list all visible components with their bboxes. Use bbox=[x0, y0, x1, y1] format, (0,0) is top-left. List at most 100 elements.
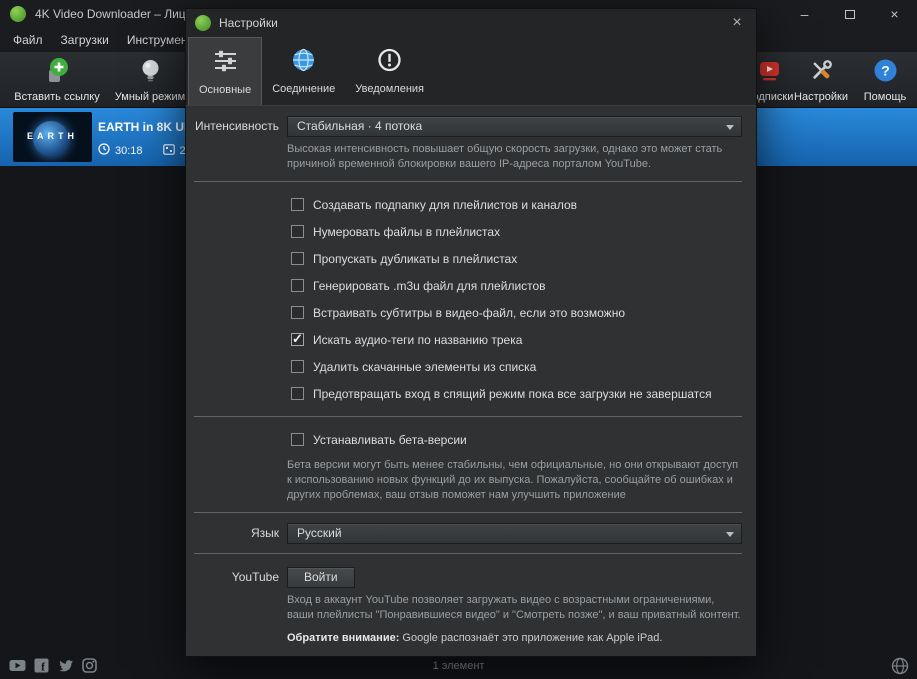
video-title: EARTH in 8K UL bbox=[98, 120, 191, 134]
youtube-note-text: Google распознаёт это приложение как App… bbox=[399, 632, 662, 644]
settings-content: Интенсивность Стабильная · 4 потока Высо… bbox=[186, 106, 756, 656]
intensity-help: Высокая интенсивность повышает общую ско… bbox=[287, 142, 742, 172]
intensity-value: Стабильная · 4 потока bbox=[297, 119, 422, 133]
globe-blue-icon bbox=[290, 47, 317, 78]
svg-text:?: ? bbox=[881, 63, 890, 79]
paste-link-label: Вставить ссылку bbox=[14, 91, 99, 103]
menu-downloads[interactable]: Загрузки bbox=[52, 30, 118, 50]
video-meta: 30:18 2, bbox=[98, 143, 189, 158]
checkbox[interactable] bbox=[291, 198, 304, 211]
separator bbox=[194, 181, 742, 182]
globe-icon[interactable] bbox=[891, 657, 909, 679]
checkbox-label: Создавать подпапку для плейлистов и кана… bbox=[313, 198, 577, 212]
chevron-down-icon bbox=[726, 125, 734, 130]
tab-notifications[interactable]: Уведомления bbox=[345, 37, 434, 105]
thumbnail-caption: EARTH bbox=[13, 131, 92, 141]
smart-mode-button[interactable]: Умный режим bbox=[110, 55, 190, 105]
tab-general-label: Основные bbox=[199, 84, 251, 96]
checkbox[interactable] bbox=[291, 333, 304, 346]
checkbox[interactable] bbox=[291, 279, 304, 292]
video-thumbnail: EARTH bbox=[13, 112, 92, 162]
video-duration: 30:18 bbox=[115, 145, 143, 157]
checkbox-row-create-subfolder[interactable]: Создавать подпапку для плейлистов и кана… bbox=[291, 191, 742, 218]
beta-section: Устанавливать бета-версии bbox=[291, 426, 742, 453]
tab-general[interactable]: Основные bbox=[188, 37, 262, 105]
separator bbox=[194, 416, 742, 417]
paste-link-icon bbox=[44, 57, 71, 89]
settings-tabs: Основные Соединение Уведомления bbox=[186, 37, 756, 106]
checkbox-label: Нумеровать файлы в плейлистах bbox=[313, 225, 500, 239]
separator bbox=[194, 553, 742, 554]
app-icon bbox=[195, 15, 211, 31]
close-button[interactable]: × bbox=[872, 0, 917, 28]
checkbox-label: Встраивать субтитры в видео-файл, если э… bbox=[313, 306, 625, 320]
maximize-button[interactable] bbox=[827, 0, 872, 28]
intensity-select[interactable]: Стабильная · 4 потока bbox=[287, 116, 742, 137]
checkbox-label: Генерировать .m3u файл для плейлистов bbox=[313, 279, 546, 293]
maximize-icon bbox=[845, 10, 855, 19]
app-window: 4K Video Downloader – Лице – × Файл Загр… bbox=[0, 0, 917, 679]
help-button[interactable]: ? Помощь bbox=[858, 55, 912, 105]
sliders-icon bbox=[212, 48, 239, 79]
checkbox[interactable] bbox=[291, 225, 304, 238]
settings-dialog: Настройки × Основные Соединение Уведо bbox=[185, 8, 757, 657]
checkbox-row-install-beta[interactable]: Устанавливать бета-версии bbox=[291, 426, 742, 453]
language-select[interactable]: Русский bbox=[287, 523, 742, 544]
smart-mode-label: Умный режим bbox=[115, 91, 185, 103]
dialog-title: Настройки bbox=[219, 16, 278, 30]
youtube-login-button[interactable]: Войти bbox=[287, 567, 355, 588]
options-list: Создавать подпапку для плейлистов и кана… bbox=[291, 191, 742, 407]
menu-file[interactable]: Файл bbox=[4, 30, 52, 50]
subscriptions-icon bbox=[756, 57, 783, 89]
checkbox-row-prevent-sleep[interactable]: Предотвращать вход в спящий режим пока в… bbox=[291, 380, 742, 407]
checkbox-label: Удалить скачанные элементы из списка bbox=[313, 360, 536, 374]
chevron-down-icon bbox=[726, 532, 734, 537]
checkbox-row-search-audio-tags[interactable]: Искать аудио-теги по названию трека bbox=[291, 326, 742, 353]
tab-connection-label: Соединение bbox=[272, 83, 335, 95]
youtube-row: YouTube Войти bbox=[194, 566, 742, 588]
checkbox-label: Искать аудио-теги по названию трека bbox=[313, 333, 522, 347]
youtube-note: Обратите внимание: Google распознаёт это… bbox=[287, 631, 742, 646]
separator bbox=[194, 512, 742, 513]
window-controls: – × bbox=[782, 0, 917, 28]
language-label: Язык bbox=[194, 526, 279, 540]
checkbox-row-embed-subtitles[interactable]: Встраивать субтитры в видео-файл, если э… bbox=[291, 299, 742, 326]
lightbulb-icon bbox=[137, 57, 164, 89]
checkbox-row-skip-duplicates[interactable]: Пропускать дубликаты в плейлистах bbox=[291, 245, 742, 272]
window-title: 4K Video Downloader – Лице bbox=[35, 7, 192, 21]
checkbox-row-generate-m3u[interactable]: Генерировать .m3u файл для плейлистов bbox=[291, 272, 742, 299]
checkbox-label: Пропускать дубликаты в плейлистах bbox=[313, 252, 517, 266]
settings-button[interactable]: Настройки bbox=[790, 55, 852, 105]
app-icon bbox=[10, 6, 26, 22]
checkbox[interactable] bbox=[291, 252, 304, 265]
paste-link-button[interactable]: Вставить ссылку bbox=[8, 55, 106, 105]
checkbox-row-number-files[interactable]: Нумеровать файлы в плейлистах bbox=[291, 218, 742, 245]
filesize-icon bbox=[163, 144, 175, 158]
language-value: Русский bbox=[297, 526, 342, 540]
youtube-label: YouTube bbox=[194, 570, 279, 584]
statusbar: f 1 элемент bbox=[0, 655, 917, 679]
checkbox[interactable] bbox=[291, 433, 304, 446]
question-icon: ? bbox=[872, 57, 899, 89]
beta-help: Бета версии могут быть менее стабильны, … bbox=[287, 458, 742, 503]
checkbox-row-remove-downloaded[interactable]: Удалить скачанные элементы из списка bbox=[291, 353, 742, 380]
exclamation-icon bbox=[376, 47, 403, 78]
clock-icon bbox=[98, 143, 110, 158]
youtube-help: Вход в аккаунт YouTube позволяет загружа… bbox=[287, 593, 742, 623]
tab-connection[interactable]: Соединение bbox=[262, 37, 345, 105]
dialog-close-button[interactable]: × bbox=[726, 13, 748, 33]
youtube-note-title: Обратите внимание: bbox=[287, 632, 399, 644]
intensity-row: Интенсивность Стабильная · 4 потока bbox=[194, 115, 742, 137]
tools-icon bbox=[808, 57, 835, 89]
checkbox-label: Устанавливать бета-версии bbox=[313, 433, 467, 447]
language-row: Язык Русский bbox=[194, 522, 742, 544]
checkbox[interactable] bbox=[291, 360, 304, 373]
help-label: Помощь bbox=[864, 91, 907, 103]
settings-label: Настройки bbox=[794, 91, 848, 103]
tab-notifications-label: Уведомления bbox=[355, 83, 424, 95]
checkbox[interactable] bbox=[291, 306, 304, 319]
checkbox[interactable] bbox=[291, 387, 304, 400]
intensity-label: Интенсивность bbox=[194, 119, 279, 133]
items-count: 1 элемент bbox=[0, 660, 917, 672]
minimize-button[interactable]: – bbox=[782, 0, 827, 28]
